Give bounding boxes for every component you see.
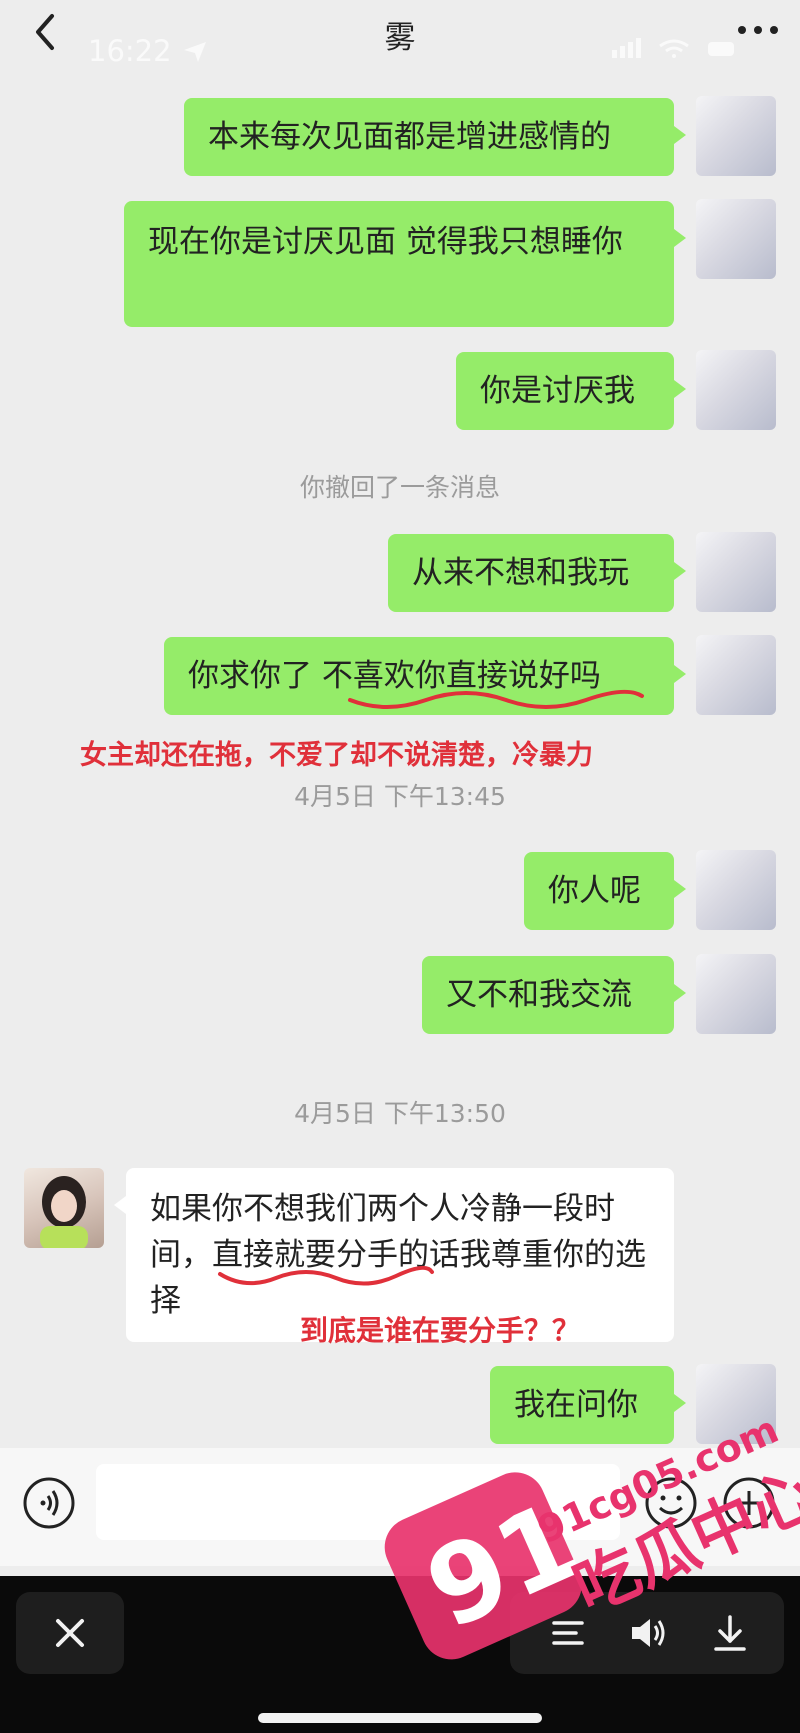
- avatar-photo: [40, 1176, 88, 1248]
- timestamp: 4月5日 下午13:45: [294, 782, 506, 811]
- voice-icon[interactable]: [22, 1476, 76, 1530]
- close-button[interactable]: [16, 1592, 124, 1674]
- message-outgoing[interactable]: 从来不想和我玩: [388, 534, 686, 612]
- avatar[interactable]: [696, 635, 776, 715]
- annotation-note: 女主却还在拖，不爱了却不说清楚，冷暴力: [80, 740, 593, 771]
- recall-notice: 你撤回了一条消息: [299, 473, 500, 502]
- avatar[interactable]: [696, 850, 776, 930]
- message-text: 又不和我交流: [446, 977, 632, 1013]
- signal-wifi-battery-icon: [612, 38, 734, 58]
- avatar[interactable]: [696, 954, 776, 1034]
- message-outgoing[interactable]: 你是讨厌我: [456, 352, 686, 430]
- chat-header: 16:22 雾: [0, 0, 800, 68]
- underline-annotation: [218, 1265, 434, 1286]
- message-outgoing[interactable]: 你人呢: [524, 852, 686, 930]
- avatar[interactable]: [696, 199, 776, 279]
- message-outgoing[interactable]: 本来每次见面都是增进感情的: [184, 98, 686, 176]
- annotation-note: 到底是谁在要分手？？: [300, 1314, 581, 1347]
- underline-annotation: [348, 689, 644, 709]
- watermark-logo: 91 91cg05.com 吃瓜中心: [384, 1407, 800, 1660]
- close-icon: [56, 1619, 84, 1647]
- more-icon[interactable]: [734, 18, 782, 42]
- message-outgoing[interactable]: 现在你是讨厌见面 觉得我只想睡你: [124, 201, 686, 327]
- message-outgoing[interactable]: 又不和我交流: [422, 956, 686, 1034]
- message-text: 你是讨厌我: [480, 373, 635, 409]
- message-text: 本来每次见面都是增进感情的: [208, 119, 611, 155]
- message-text: 从来不想和我玩: [412, 555, 629, 591]
- message-text: 如果你不想我们两个人冷静一段时间，直接就要分手的话我尊重你的选择: [150, 1191, 646, 1319]
- message-text: 现在你是讨厌见面 觉得我只想睡你: [148, 224, 623, 260]
- avatar[interactable]: [696, 96, 776, 176]
- avatar[interactable]: [24, 1168, 104, 1248]
- avatar[interactable]: [696, 532, 776, 612]
- timestamp: 4月5日 下午13:50: [294, 1099, 506, 1128]
- message-text: 你人呢: [548, 873, 641, 909]
- avatar[interactable]: [696, 350, 776, 430]
- home-indicator: [258, 1713, 542, 1723]
